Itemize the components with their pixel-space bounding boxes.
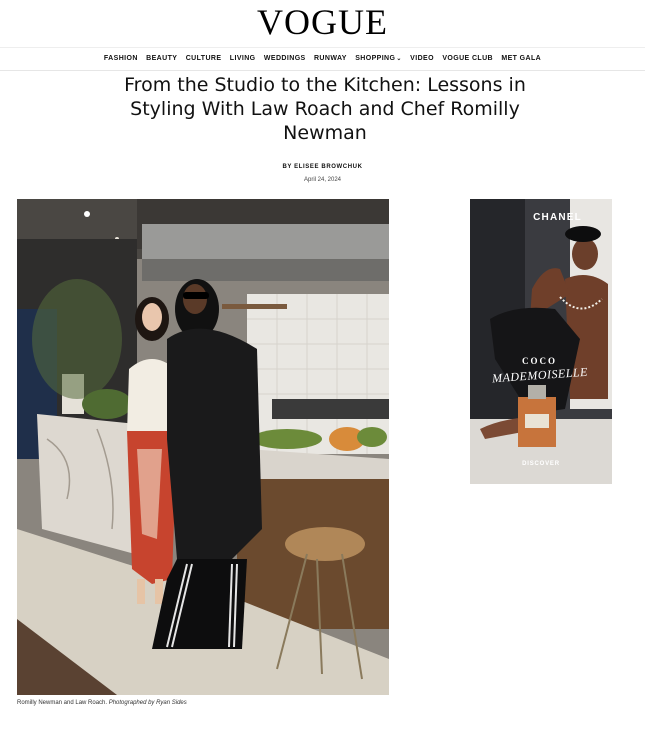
photo-caption: Romilly Newman and Law Roach. Photograph… bbox=[17, 700, 187, 706]
nav-item-vogue-club[interactable]: VOGUE CLUB bbox=[442, 48, 493, 70]
main-nav: FASHION BEAUTY CULTURE LIVING WEDDINGS R… bbox=[0, 47, 645, 71]
nav-item-culture[interactable]: CULTURE bbox=[186, 48, 222, 70]
nav-item-video[interactable]: VIDEO bbox=[410, 48, 434, 70]
masthead: VOGUE bbox=[0, 0, 645, 46]
nav-item-met-gala[interactable]: MET GALA bbox=[501, 48, 541, 70]
nav-item-runway[interactable]: RUNWAY bbox=[314, 48, 347, 70]
ad-tagline-top: COCO bbox=[522, 356, 557, 366]
caption-text: Romilly Newman and Law Roach. bbox=[17, 700, 109, 706]
article-date: April 24, 2024 bbox=[303, 177, 342, 183]
article-byline[interactable]: BY ELISEE BROWCHUK bbox=[0, 164, 645, 170]
article-title: From the Studio to the Kitchen: Lessons … bbox=[124, 74, 526, 144]
ad-discover-link[interactable]: DISCOVER bbox=[470, 461, 612, 467]
chanel-ad[interactable]: CHANEL COCO MADEMOISELLE DISCOVER bbox=[470, 199, 612, 484]
nav-item-shopping-label: SHOPPING bbox=[355, 55, 396, 62]
nav-item-living[interactable]: LIVING bbox=[230, 48, 256, 70]
chevron-down-icon: ⌄ bbox=[396, 56, 402, 62]
caption-credit: Photographed by Ryan Sides bbox=[108, 700, 187, 706]
nav-item-weddings[interactable]: WEDDINGS bbox=[264, 48, 306, 70]
nav-item-shopping[interactable]: SHOPPING⌄ bbox=[355, 48, 402, 70]
nav-item-beauty[interactable]: BEAUTY bbox=[146, 48, 177, 70]
hero-photo bbox=[17, 199, 389, 695]
vogue-logo[interactable]: VOGUE bbox=[0, 2, 645, 42]
ad-brand: CHANEL bbox=[533, 212, 582, 223]
nav-item-fashion[interactable]: FASHION bbox=[104, 48, 138, 70]
